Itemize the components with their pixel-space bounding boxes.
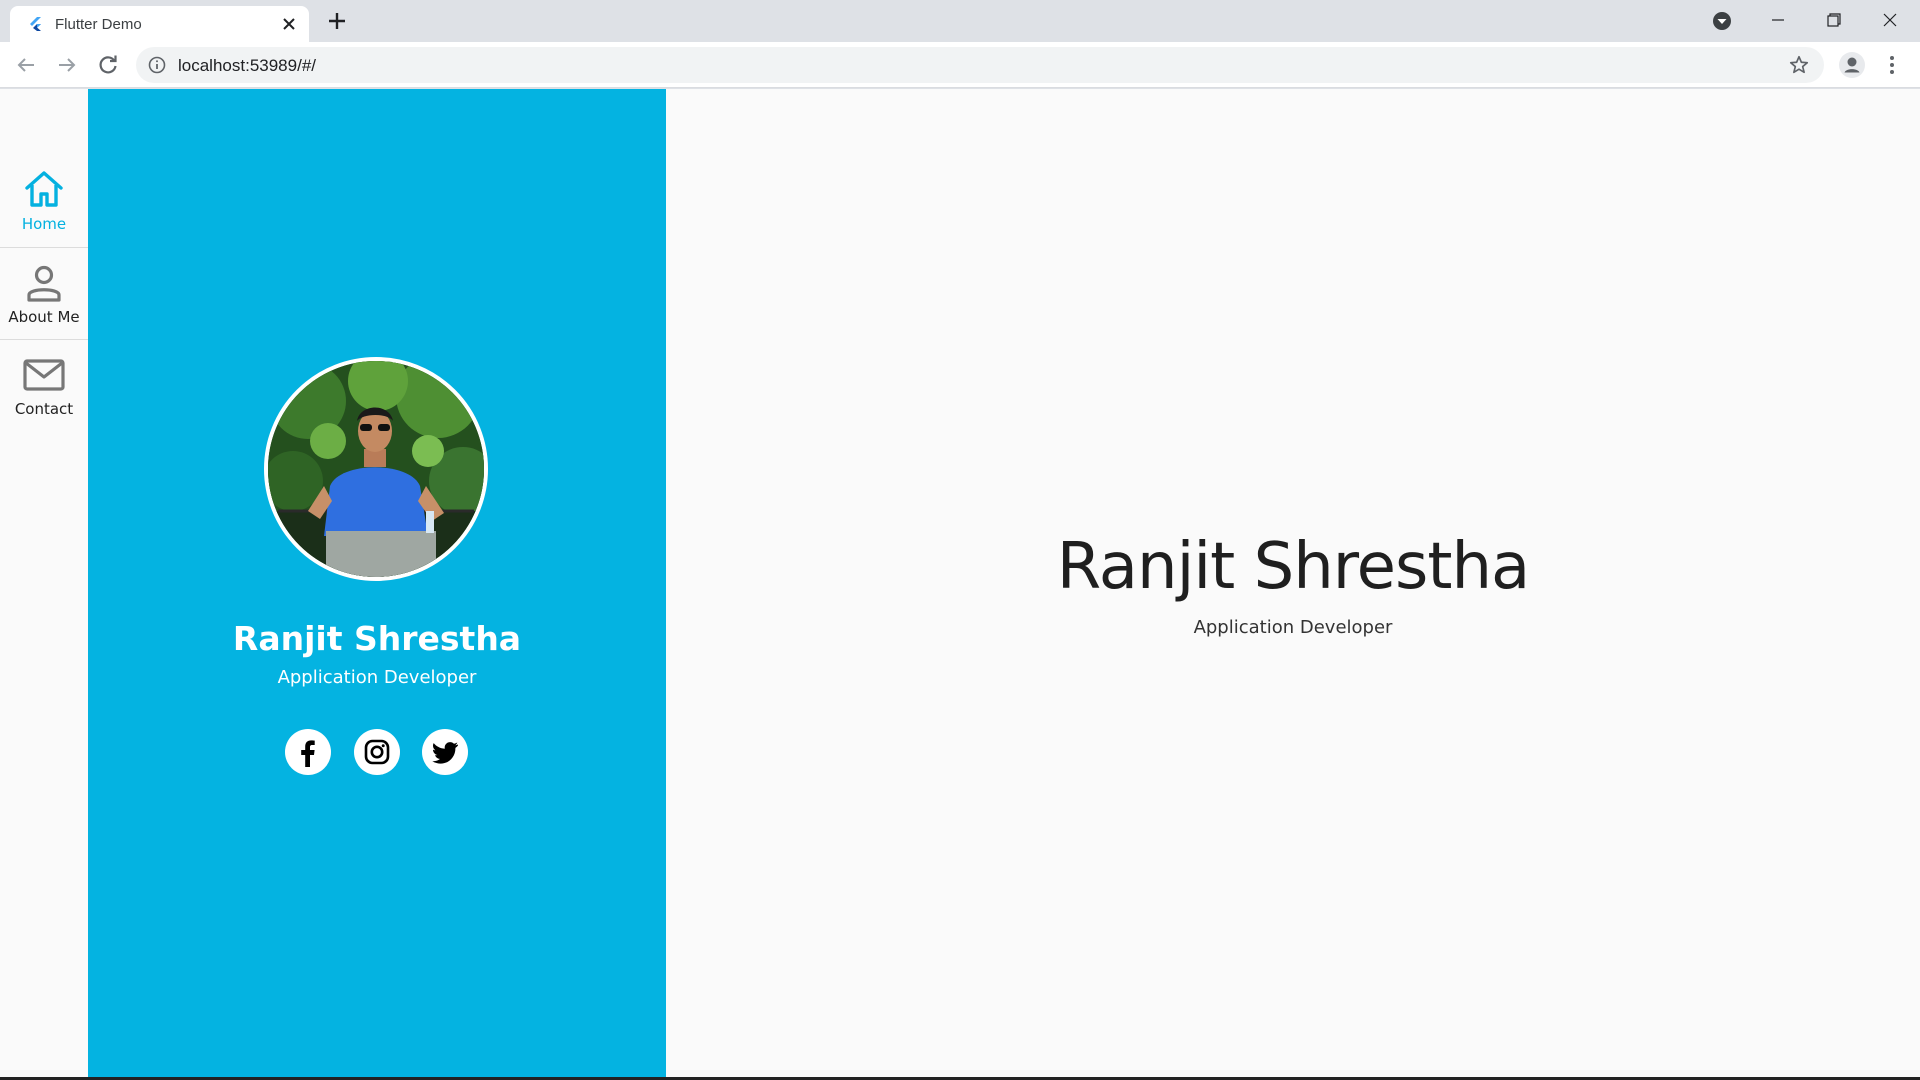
nav-item-home[interactable]: Home bbox=[0, 155, 88, 247]
profile-panel: Ranjit Shrestha Application Developer bbox=[88, 89, 666, 1077]
tab-title: Flutter Demo bbox=[55, 16, 142, 33]
browser-tab[interactable]: Flutter Demo bbox=[10, 6, 309, 42]
hero-name: Ranjit Shrestha bbox=[1056, 530, 1531, 604]
address-bar[interactable]: localhost:53989/#/ bbox=[136, 47, 1824, 83]
instagram-icon bbox=[364, 739, 390, 765]
profile-photo bbox=[268, 361, 484, 577]
person-icon bbox=[27, 265, 61, 302]
facebook-button[interactable] bbox=[285, 729, 331, 775]
window-close-icon[interactable] bbox=[1878, 8, 1902, 32]
profile-icon[interactable] bbox=[1838, 51, 1866, 79]
restore-icon[interactable] bbox=[1822, 8, 1846, 32]
browser-tabstrip: Flutter Demo bbox=[0, 0, 1920, 42]
nav-label-contact: Contact bbox=[14, 400, 74, 418]
instagram-button[interactable] bbox=[354, 729, 400, 775]
plus-icon[interactable] bbox=[326, 10, 348, 32]
media-control-icon[interactable] bbox=[1712, 11, 1732, 31]
star-icon[interactable] bbox=[1788, 54, 1810, 76]
info-icon[interactable] bbox=[148, 56, 166, 74]
facebook-icon bbox=[301, 740, 315, 767]
profile-name: Ranjit Shrestha bbox=[232, 619, 522, 658]
kebab-menu-icon[interactable] bbox=[1880, 53, 1904, 77]
profile-avatar bbox=[264, 357, 488, 581]
browser-toolbar: localhost:53989/#/ bbox=[0, 42, 1920, 88]
minimize-icon[interactable] bbox=[1766, 8, 1790, 32]
mail-icon bbox=[23, 359, 65, 391]
hero-role: Application Developer bbox=[1193, 617, 1393, 638]
nav-item-about-me[interactable]: About Me bbox=[0, 247, 88, 339]
profile-role: Application Developer bbox=[277, 667, 477, 688]
forward-arrow-icon[interactable] bbox=[55, 53, 79, 77]
app-page: Home About Me Contact Ranjit Shrestha Ap… bbox=[0, 89, 1920, 1077]
nav-label-about-me: About Me bbox=[8, 308, 80, 326]
close-icon[interactable] bbox=[280, 15, 298, 33]
twitter-button[interactable] bbox=[422, 729, 468, 775]
home-icon bbox=[25, 171, 63, 207]
reload-icon[interactable] bbox=[96, 53, 120, 77]
twitter-icon bbox=[432, 742, 458, 764]
navigation-rail: Home About Me Contact bbox=[0, 89, 88, 1077]
address-url[interactable]: localhost:53989/#/ bbox=[178, 56, 316, 75]
back-arrow-icon[interactable] bbox=[14, 53, 38, 77]
nav-item-contact[interactable]: Contact bbox=[0, 339, 88, 431]
flutter-logo-icon bbox=[30, 17, 41, 31]
nav-label-home: Home bbox=[21, 215, 67, 233]
